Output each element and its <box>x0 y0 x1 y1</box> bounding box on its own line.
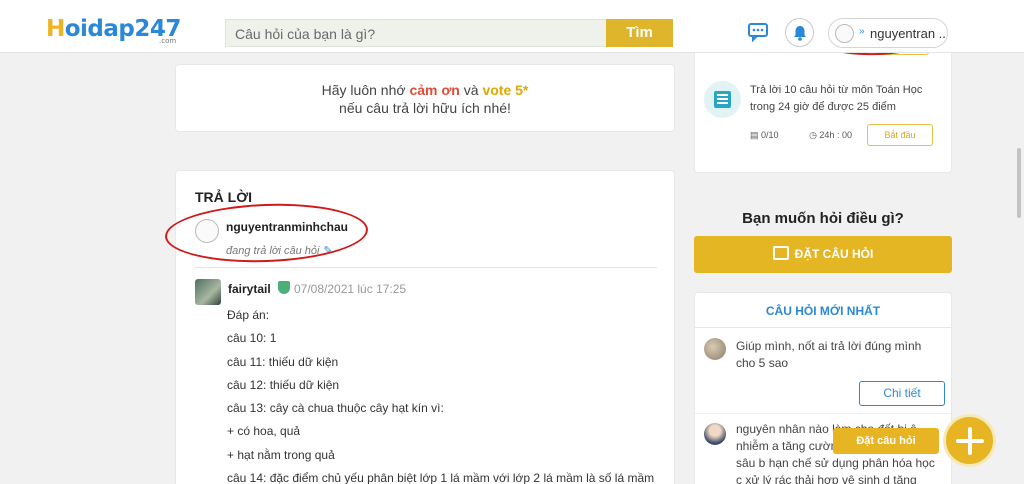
reminder-card: Hãy luôn nhớ cảm ơn và vote 5* nếu câu t… <box>175 64 675 132</box>
verified-shield-icon <box>278 281 290 294</box>
floating-add-button[interactable] <box>943 414 996 467</box>
avatar <box>835 24 854 43</box>
detail-button[interactable]: Chi tiết <box>859 381 945 406</box>
newest-questions-heading: CÂU HỎI MỚI NHẤT <box>765 304 881 318</box>
daily-task-card: Trả lời 10 câu hỏi từ môn Toán Học trong… <box>694 45 952 173</box>
search-input[interactable]: Câu hỏi của bạn là gì? <box>225 19 606 47</box>
reminder-thanks: cảm ơn <box>409 82 460 98</box>
ask-question-button[interactable]: ĐẶT CÂU HỎI <box>694 236 952 273</box>
reminder-line-1: Hãy luôn nhớ cảm ơn và vote 5* <box>176 81 674 99</box>
logo-domain: .com <box>159 37 177 45</box>
user-menu[interactable]: » nguyentran ... <box>828 18 948 48</box>
replier-activity-text: đang trả lời câu hỏi <box>226 245 320 257</box>
divider <box>695 413 951 414</box>
scrollbar-thumb[interactable] <box>1017 148 1021 218</box>
question-icon <box>772 246 789 261</box>
divider <box>695 327 951 328</box>
reminder-line-2: nếu câu trả lời hữu ích nhé! <box>339 100 511 116</box>
task-progress-value: 0/10 <box>761 130 779 140</box>
task-duration: ◷ 24h : 00 <box>809 130 852 140</box>
bell-icon[interactable] <box>785 18 814 47</box>
ask-heading: Bạn muốn hỏi điều gì? <box>742 210 904 227</box>
ask-question-label: ĐẶT CÂU HỎI <box>794 247 874 261</box>
answer-line: + có hoa, quả <box>227 424 301 439</box>
answer-line: + hạt nằm trong quả <box>227 447 335 462</box>
answer-line: câu 11: thiếu dữ kiện <box>227 354 339 369</box>
answer-line: câu 12: thiếu dữ kiện <box>227 377 340 392</box>
question-text[interactable]: Giúp mình, nốt ai trả lời đúng mình cho … <box>736 338 941 372</box>
scrollbar[interactable] <box>1014 53 1024 484</box>
site-logo[interactable]: Hoidap247 .com <box>46 16 181 45</box>
chevron-down-icon: » <box>859 26 865 37</box>
answers-card: TRẢ LỜI nguyentranminhchau đang trả lời … <box>175 170 675 484</box>
replier-name[interactable]: nguyentranminhchau <box>226 220 348 234</box>
answer-line: câu 13: cây cà chua thuộc cây hạt kín vì… <box>227 401 444 416</box>
floating-ask-label[interactable]: Đặt câu hỏi <box>833 428 939 454</box>
calculator-icon <box>704 81 741 118</box>
replier-activity: đang trả lời câu hỏi ✎ <box>226 244 333 257</box>
answer-line: câu 14: đặc điểm chủ yếu phân biệt lớp 1… <box>227 471 655 484</box>
avatar[interactable] <box>195 279 221 305</box>
task-description: Trả lời 10 câu hỏi từ môn Toán Học trong… <box>750 84 923 113</box>
task-duration-value: 24h : 00 <box>819 130 852 140</box>
answer-line: Đáp án: <box>227 308 270 322</box>
divider <box>195 267 657 268</box>
reminder-text: và <box>459 82 483 98</box>
reminder-text: Hãy luôn nhớ <box>321 82 410 98</box>
avatar[interactable] <box>195 219 219 243</box>
answer-body: Đáp án: câu 10: 1 câu 11: thiếu dữ kiện … <box>227 307 654 484</box>
task-progress: ▤ 0/10 <box>750 130 779 140</box>
user-name: nguyentran ... <box>870 26 946 41</box>
task-meta: ▤ 0/10 ◷ 24h : 00 <box>750 130 880 141</box>
top-header: Hoidap247 .com Câu hỏi của bạn là gì? Tì… <box>0 0 1024 53</box>
pencil-icon: ✎ <box>323 245 333 257</box>
plus-icon-bar <box>956 439 984 443</box>
newest-questions-card: CÂU HỎI MỚI NHẤT Giúp mình, nốt ai trả l… <box>694 292 952 484</box>
avatar[interactable] <box>704 423 726 445</box>
reminder-vote: vote 5* <box>482 82 529 98</box>
chat-icon[interactable] <box>747 21 769 43</box>
start-task-button[interactable]: Bắt đầu <box>867 124 933 146</box>
answer-author[interactable]: fairytail <box>228 282 271 296</box>
answer-line: câu 10: 1 <box>227 331 277 346</box>
logo-initial: H <box>46 16 65 42</box>
answer-timestamp: 07/08/2021 lúc 17:25 <box>294 282 407 296</box>
search-button[interactable]: Tìm <box>606 19 673 47</box>
avatar[interactable] <box>704 338 726 360</box>
answers-heading: TRẢ LỜI <box>195 189 253 205</box>
